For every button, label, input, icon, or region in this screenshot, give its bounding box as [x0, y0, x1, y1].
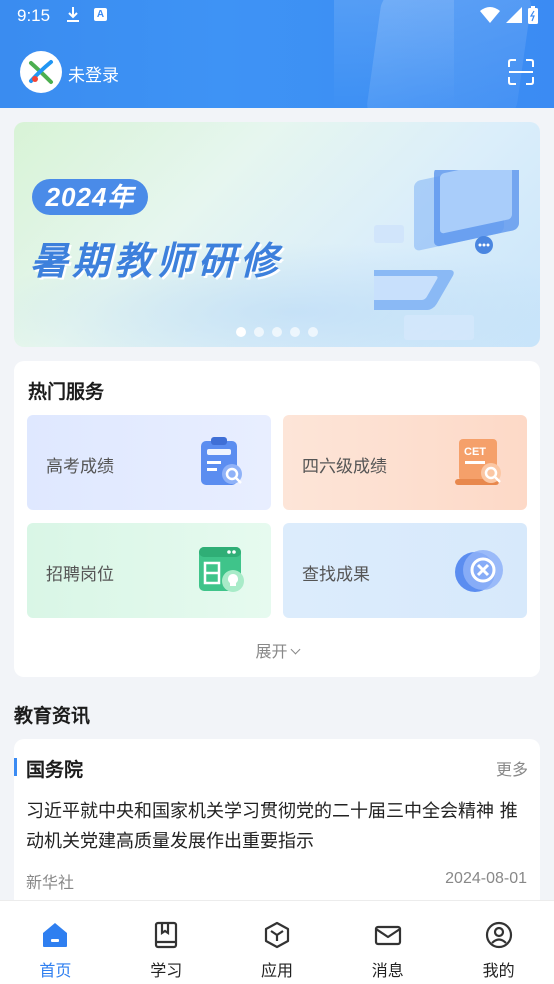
signal-icon [506, 7, 522, 23]
user-icon [485, 921, 512, 949]
tab-label: 消息 [371, 961, 404, 980]
pagination-dot[interactable] [290, 327, 300, 337]
avatar[interactable] [20, 51, 62, 93]
service-label: 招聘岗位 [46, 565, 114, 585]
scan-button[interactable] [508, 59, 534, 85]
news-source-title: 国务院 [26, 759, 84, 781]
status-bar: 9:15 A [0, 0, 554, 32]
svg-text:CET: CET [464, 446, 486, 458]
home-icon [43, 923, 68, 947]
clipboard-search-icon [201, 437, 242, 485]
chevron-down-icon [290, 644, 300, 655]
service-cet-scores[interactable]: 四六级成绩 CET [283, 415, 527, 510]
status-icons [480, 6, 538, 24]
book-icon [155, 921, 178, 949]
promo-banner[interactable]: 2024年 暑期教师研修 [14, 122, 540, 347]
banner-pagination [14, 327, 540, 337]
achievement-search-icon [455, 550, 503, 592]
login-status-label[interactable]: 未登录 [68, 61, 119, 86]
cet-certificate-icon: CET [455, 439, 501, 485]
expand-label: 展开 [255, 642, 288, 661]
tab-apps[interactable]: 应用 [222, 901, 333, 984]
tab-label: 首页 [39, 961, 72, 980]
service-job-positions[interactable]: 招聘岗位 [27, 523, 271, 618]
tab-label: 我的 [482, 961, 515, 980]
tab-messages[interactable]: 消息 [332, 901, 443, 984]
service-label: 四六级成绩 [302, 457, 387, 477]
hot-services-title: 热门服务 [28, 381, 105, 403]
download-icon [66, 6, 80, 28]
laptop-illustration-icon [374, 170, 519, 340]
notification-a-icon: A [94, 8, 107, 21]
bottom-tab-bar: 首页 学习 应用 消息 我的 [0, 900, 554, 984]
service-label: 查找成果 [302, 565, 370, 585]
app-header: 9:15 A 未登录 [0, 0, 554, 108]
pagination-dot[interactable] [254, 327, 264, 337]
news-date: 2024-08-01 [445, 870, 527, 887]
job-board-icon [199, 547, 244, 592]
pagination-dot[interactable] [308, 327, 318, 337]
hot-services-panel: 热门服务 高考成绩 四六级成绩 CET 招聘岗位 查找成果 展开 [14, 361, 540, 677]
news-headline[interactable]: 习近平就中央和国家机关学习贯彻党的二十届三中全会精神 推动机关党建高质量发展作出… [26, 797, 528, 857]
banner-title: 暑期教师研修 [30, 239, 283, 283]
scan-icon [508, 59, 534, 85]
banner-year: 2024年 [32, 179, 148, 215]
pagination-dot[interactable] [272, 327, 282, 337]
status-time: 9:15 [17, 6, 51, 25]
expand-button[interactable]: 展开 [14, 638, 540, 662]
wifi-icon [480, 7, 500, 23]
tab-home[interactable]: 首页 [0, 901, 111, 984]
tab-label: 应用 [260, 961, 293, 980]
tab-study[interactable]: 学习 [111, 901, 222, 984]
tab-profile[interactable]: 我的 [443, 901, 554, 984]
battery-icon [528, 6, 538, 24]
news-publisher: 新华社 [26, 873, 75, 892]
service-label: 高考成绩 [46, 457, 114, 477]
pagination-dot[interactable] [236, 327, 246, 337]
service-gaokao-scores[interactable]: 高考成绩 [27, 415, 271, 510]
more-link[interactable]: 更多 [496, 756, 528, 780]
news-card[interactable]: 国务院 更多 习近平就中央和国家机关学习贯彻党的二十届三中全会精神 推动机关党建… [14, 739, 540, 909]
service-find-achievements[interactable]: 查找成果 [283, 523, 527, 618]
mail-icon [374, 925, 401, 946]
education-news-title: 教育资讯 [14, 705, 91, 727]
tab-label: 学习 [150, 961, 183, 980]
app-logo-icon [29, 60, 53, 84]
news-accent-bar [14, 758, 17, 776]
cube-icon [264, 921, 290, 949]
